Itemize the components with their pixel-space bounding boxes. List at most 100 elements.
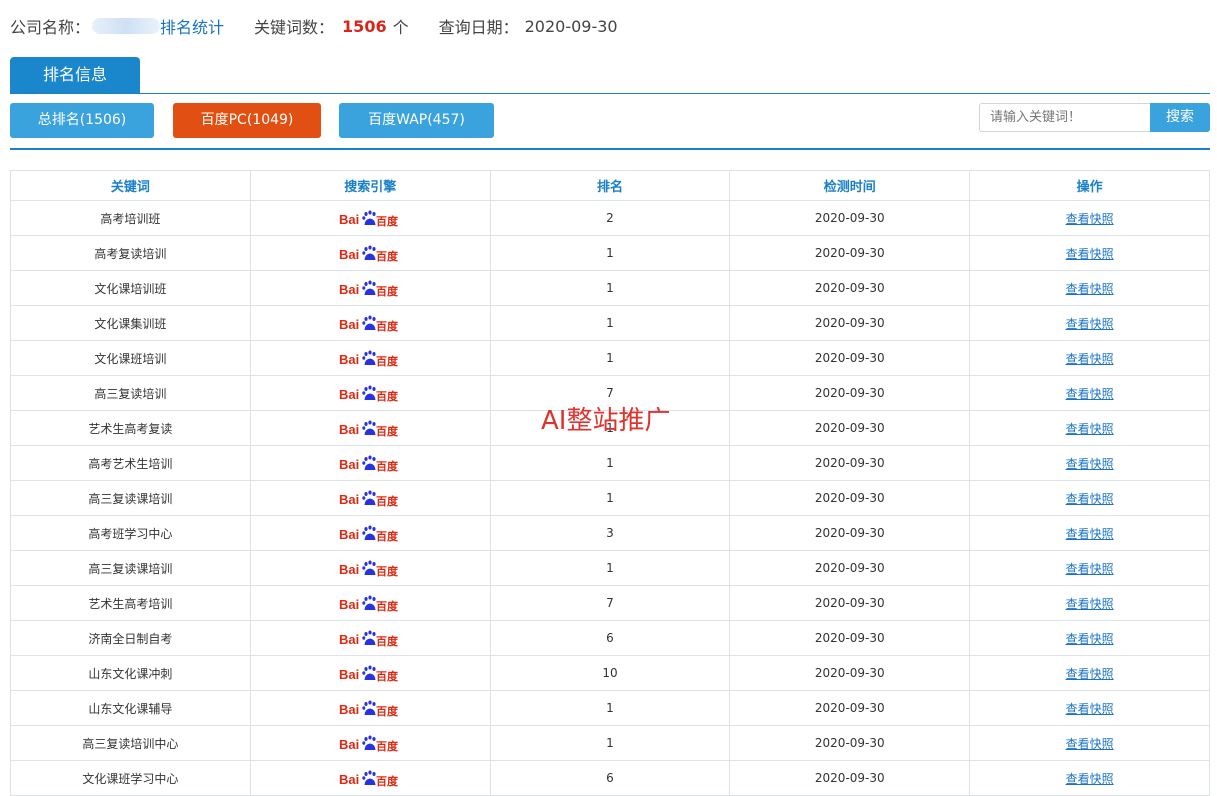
baidu-logo-bai: Bai bbox=[339, 282, 359, 297]
baidu-logo-du: 百度 bbox=[376, 214, 399, 228]
ranking-table: 关键词 搜索引擎 排名 检测时间 操作 高考培训班 Bai 百度 2 2020-09-3… bbox=[10, 170, 1210, 796]
check-time-cell: 2020-09-30 bbox=[729, 760, 971, 796]
baidu-logo-du: 百度 bbox=[376, 494, 399, 508]
view-snapshot-link[interactable]: 查看快照 bbox=[1066, 352, 1114, 366]
action-cell: 查看快照 bbox=[969, 725, 1210, 761]
view-snapshot-link[interactable]: 查看快照 bbox=[1066, 772, 1114, 786]
keyword-cell: 高考复读培训 bbox=[10, 235, 251, 271]
rank-cell: 7 bbox=[489, 375, 731, 411]
view-snapshot-link[interactable]: 查看快照 bbox=[1066, 282, 1114, 296]
baidu-logo-du: 百度 bbox=[376, 704, 399, 718]
column-header-engine: 搜索引擎 bbox=[249, 170, 491, 201]
action-cell: 查看快照 bbox=[969, 340, 1210, 376]
baidu-logo-du: 百度 bbox=[376, 354, 399, 368]
baidu-logo-du: 百度 bbox=[376, 249, 399, 263]
engine-cell: Bai 百度 bbox=[249, 515, 491, 551]
baidu-logo-icon: Bai 百度 bbox=[339, 770, 399, 788]
check-time-cell: 2020-09-30 bbox=[729, 585, 971, 621]
rank-cell: 2 bbox=[489, 200, 731, 236]
baidu-logo-icon: Bai 百度 bbox=[339, 455, 399, 473]
check-time-cell: 2020-09-30 bbox=[729, 410, 971, 446]
engine-cell: Bai 百度 bbox=[249, 305, 491, 341]
view-snapshot-link[interactable]: 查看快照 bbox=[1066, 212, 1114, 226]
keyword-count-label: 关键词数： bbox=[254, 18, 335, 37]
tab-bar: 排名信息 bbox=[10, 57, 1210, 94]
keyword-cell: 高三复读培训中心 bbox=[10, 725, 251, 761]
tab-ranking-info[interactable]: 排名信息 bbox=[10, 57, 140, 93]
engine-cell: Bai 百度 bbox=[249, 235, 491, 271]
view-snapshot-link[interactable]: 查看快照 bbox=[1066, 702, 1114, 716]
view-snapshot-link[interactable]: 查看快照 bbox=[1066, 317, 1114, 331]
baidu-logo-icon: Bai 百度 bbox=[339, 525, 399, 543]
rank-cell: 1 bbox=[489, 410, 731, 446]
baidu-logo-icon: Bai 百度 bbox=[339, 420, 399, 438]
search-button[interactable]: 搜索 bbox=[1150, 103, 1210, 132]
baidu-logo-bai: Bai bbox=[339, 632, 359, 647]
view-snapshot-link[interactable]: 查看快照 bbox=[1066, 562, 1114, 576]
engine-cell: Bai 百度 bbox=[249, 340, 491, 376]
baidu-logo-bai: Bai bbox=[339, 387, 359, 402]
check-time-cell: 2020-09-30 bbox=[729, 515, 971, 551]
baidu-logo-bai: Bai bbox=[339, 212, 359, 227]
engine-cell: Bai 百度 bbox=[249, 585, 491, 621]
view-snapshot-link[interactable]: 查看快照 bbox=[1066, 632, 1114, 646]
divider bbox=[10, 148, 1210, 150]
check-time-cell: 2020-09-30 bbox=[729, 445, 971, 481]
table-row: 文化课培训班 Bai 百度 1 2020-09-30 查看快照 bbox=[10, 270, 1210, 306]
view-snapshot-link[interactable]: 查看快照 bbox=[1066, 527, 1114, 541]
baidu-logo-du: 百度 bbox=[376, 529, 399, 543]
check-time-cell: 2020-09-30 bbox=[729, 270, 971, 306]
view-snapshot-link[interactable]: 查看快照 bbox=[1066, 247, 1114, 261]
engine-cell: Bai 百度 bbox=[249, 410, 491, 446]
table-row: 济南全日制自考 Bai 百度 6 2020-09-30 查看快照 bbox=[10, 620, 1210, 656]
action-cell: 查看快照 bbox=[969, 305, 1210, 341]
action-cell: 查看快照 bbox=[969, 235, 1210, 271]
filter-baidu-pc-button[interactable]: 百度PC(1049) bbox=[173, 103, 321, 138]
table-row: 高三复读课培训 Bai 百度 1 2020-09-30 查看快照 bbox=[10, 480, 1210, 516]
check-time-cell: 2020-09-30 bbox=[729, 200, 971, 236]
rank-cell: 1 bbox=[489, 305, 731, 341]
column-header-keyword: 关键词 bbox=[10, 170, 251, 201]
baidu-logo-bai: Bai bbox=[339, 597, 359, 612]
baidu-logo-bai: Bai bbox=[339, 702, 359, 717]
baidu-logo-icon: Bai 百度 bbox=[339, 560, 399, 578]
check-time-cell: 2020-09-30 bbox=[729, 655, 971, 691]
check-time-cell: 2020-09-30 bbox=[729, 305, 971, 341]
table-row: 文化课班学习中心 Bai 百度 6 2020-09-30 查看快照 bbox=[10, 760, 1210, 796]
keyword-search-input[interactable] bbox=[979, 103, 1150, 132]
filter-baidu-wap-button[interactable]: 百度WAP(457) bbox=[339, 103, 494, 138]
rank-cell: 10 bbox=[489, 655, 731, 691]
view-snapshot-link[interactable]: 查看快照 bbox=[1066, 667, 1114, 681]
rank-cell: 6 bbox=[489, 760, 731, 796]
engine-cell: Bai 百度 bbox=[249, 760, 491, 796]
keyword-cell: 文化课班学习中心 bbox=[10, 760, 251, 796]
view-snapshot-link[interactable]: 查看快照 bbox=[1066, 737, 1114, 751]
column-header-rank: 排名 bbox=[489, 170, 731, 201]
header-bar: 公司名称： 排名统计 关键词数： 1506 个 查询日期： 2020-09-30 bbox=[10, 14, 618, 38]
baidu-logo-bai: Bai bbox=[339, 772, 359, 787]
view-snapshot-link[interactable]: 查看快照 bbox=[1066, 457, 1114, 471]
keyword-cell: 文化课培训班 bbox=[10, 270, 251, 306]
baidu-logo-icon: Bai 百度 bbox=[339, 630, 399, 648]
action-cell: 查看快照 bbox=[969, 760, 1210, 796]
view-snapshot-link[interactable]: 查看快照 bbox=[1066, 492, 1114, 506]
table-row: 高考艺术生培训 Bai 百度 1 2020-09-30 查看快照 bbox=[10, 445, 1210, 481]
engine-cell: Bai 百度 bbox=[249, 655, 491, 691]
baidu-logo-du: 百度 bbox=[376, 739, 399, 753]
view-snapshot-link[interactable]: 查看快照 bbox=[1066, 597, 1114, 611]
baidu-logo-du: 百度 bbox=[376, 564, 399, 578]
action-cell: 查看快照 bbox=[969, 200, 1210, 236]
view-snapshot-link[interactable]: 查看快照 bbox=[1066, 387, 1114, 401]
action-cell: 查看快照 bbox=[969, 480, 1210, 516]
action-cell: 查看快照 bbox=[969, 620, 1210, 656]
keyword-cell: 文化课班培训 bbox=[10, 340, 251, 376]
keyword-cell: 高考培训班 bbox=[10, 200, 251, 236]
engine-cell: Bai 百度 bbox=[249, 445, 491, 481]
action-cell: 查看快照 bbox=[969, 270, 1210, 306]
action-cell: 查看快照 bbox=[969, 550, 1210, 586]
baidu-logo-icon: Bai 百度 bbox=[339, 350, 399, 368]
view-snapshot-link[interactable]: 查看快照 bbox=[1066, 422, 1114, 436]
check-time-cell: 2020-09-30 bbox=[729, 480, 971, 516]
keyword-cell: 高考艺术生培训 bbox=[10, 445, 251, 481]
filter-total-button[interactable]: 总排名(1506) bbox=[10, 103, 154, 138]
